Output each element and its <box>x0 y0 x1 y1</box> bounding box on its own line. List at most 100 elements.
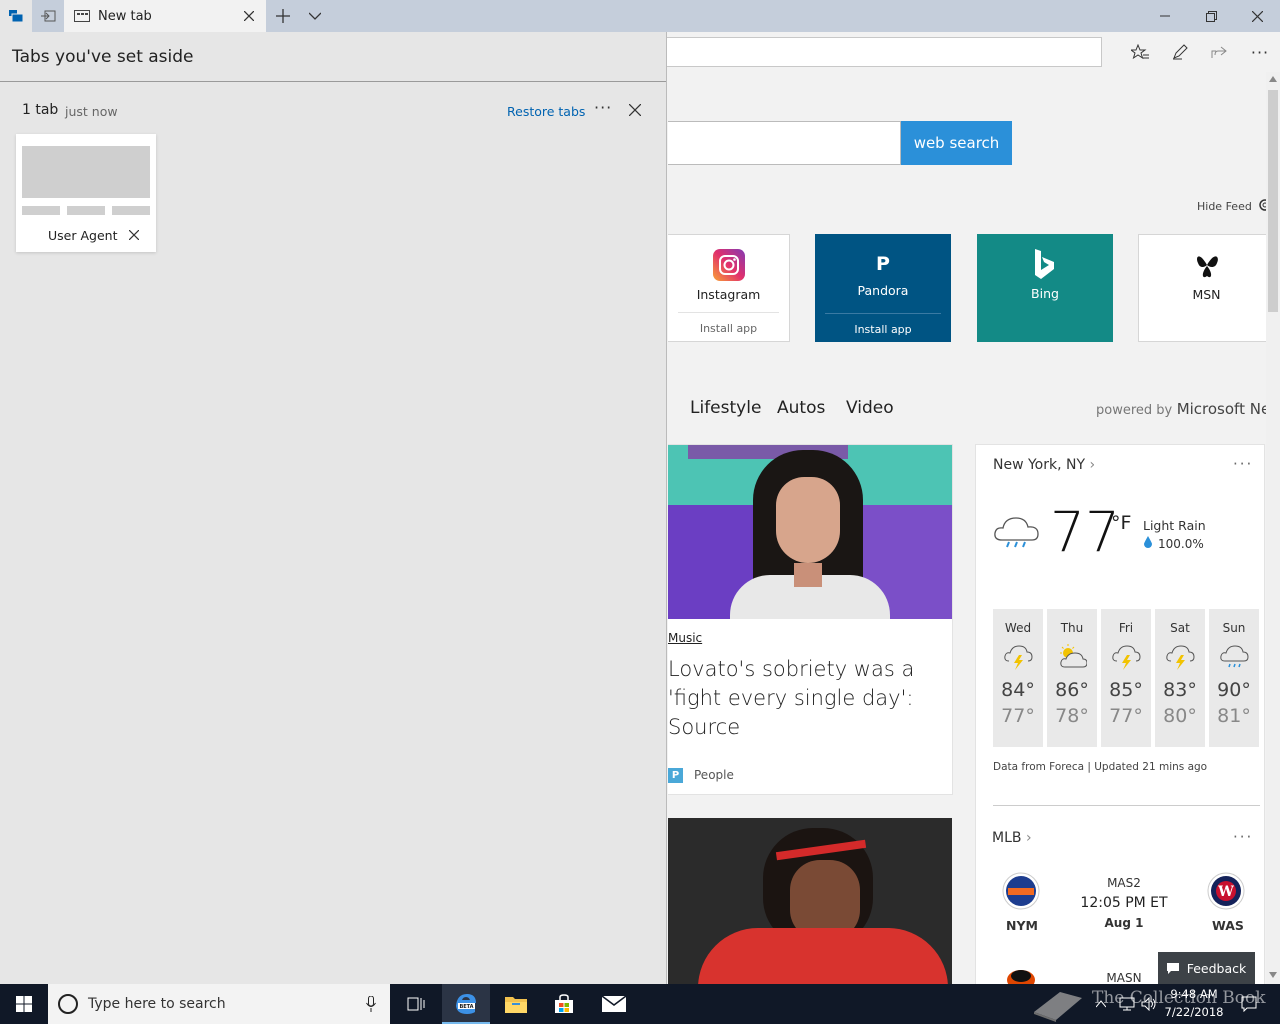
address-bar[interactable] <box>666 37 1102 67</box>
close-tab-icon[interactable] <box>244 11 254 21</box>
forecast-day[interactable]: Thu 86° 78° <box>1047 609 1097 747</box>
task-view-button[interactable] <box>400 984 432 1024</box>
forecast-day[interactable]: Fri 85° 77° <box>1101 609 1151 747</box>
rain-cloud-icon <box>994 517 1039 548</box>
page-scrollbar[interactable] <box>1266 72 1280 984</box>
settings-more-button[interactable]: ··· <box>1244 32 1276 72</box>
web-search-button[interactable]: web search <box>901 121 1012 165</box>
top-site-bing[interactable]: Bing <box>977 234 1113 342</box>
restore-tabs-link[interactable]: Restore tabs <box>507 104 585 119</box>
clock-time[interactable]: 9:48 AM <box>1164 987 1224 1001</box>
top-site-pandora[interactable]: P Pandora Install app <box>815 234 951 342</box>
news-category[interactable]: Music <box>668 631 702 645</box>
top-site-msn[interactable]: MSN <box>1138 234 1274 342</box>
people-logo-icon: P <box>668 768 683 783</box>
weather-more-icon[interactable]: ··· <box>1233 455 1253 473</box>
forecast-low: 80° <box>1163 705 1197 727</box>
taskbar-mail[interactable] <box>598 984 630 1024</box>
mlb-header[interactable]: MLB › <box>992 830 1032 846</box>
forecast-high: 86° <box>1055 679 1089 701</box>
share-button[interactable] <box>1203 32 1235 72</box>
powered-by-prefix: powered by <box>1096 403 1173 418</box>
taskbar-edge-beta[interactable]: BETA <box>442 984 490 1024</box>
plus-icon <box>276 9 290 23</box>
start-button[interactable] <box>0 984 48 1024</box>
weather-location[interactable]: New York, NY › <box>993 457 1095 473</box>
scroll-up-icon[interactable] <box>1269 76 1277 82</box>
taskbar-search[interactable]: Type here to search <box>48 984 390 1024</box>
cortana-icon <box>58 994 78 1014</box>
watermark-book-icon <box>1034 992 1082 1022</box>
taskbar-search-placeholder: Type here to search <box>88 996 226 1012</box>
forecast-day[interactable]: Sun 90° 81° <box>1209 609 1259 747</box>
tab-autos[interactable]: Autos <box>777 398 825 418</box>
news-source: People <box>694 768 734 782</box>
chevron-right-icon: › <box>1089 457 1096 473</box>
news-card[interactable]: Music Lovato's sobriety was a 'fight eve… <box>668 444 953 795</box>
forecast-day[interactable]: Wed 84° 77° <box>993 609 1043 747</box>
folder-icon <box>505 997 527 1013</box>
forecast-day-name: Thu <box>1060 621 1084 635</box>
tab-video[interactable]: Video <box>846 398 894 418</box>
group-more-button[interactable]: ··· <box>594 98 612 117</box>
taskbar-store[interactable] <box>548 984 580 1024</box>
news-image-serena[interactable] <box>668 818 952 984</box>
forecast-high: 83° <box>1163 679 1197 701</box>
network-icon[interactable] <box>1119 997 1135 1011</box>
taskbar-file-explorer[interactable] <box>500 984 532 1024</box>
set-aside-icon <box>41 10 56 22</box>
web-notes-button[interactable] <box>1164 32 1196 72</box>
tab-title: New tab <box>98 8 152 24</box>
clock-date[interactable]: 7/22/2018 <box>1164 1005 1224 1019</box>
tile-name: Bing <box>1031 286 1059 301</box>
share-icon <box>1211 46 1227 58</box>
news-headline[interactable]: Lovato's sobriety was a 'fight every sin… <box>668 655 918 742</box>
feedback-button[interactable]: Feedback <box>1158 952 1255 984</box>
tabs-aside-button[interactable] <box>0 0 32 32</box>
top-site-instagram[interactable]: Instagram Install app <box>668 234 790 342</box>
svg-text:BETA: BETA <box>459 1004 473 1010</box>
tile-install-link[interactable]: Install app <box>700 322 757 335</box>
instagram-icon <box>712 249 745 281</box>
restore-window-button[interactable] <box>1189 0 1233 32</box>
tile-name: Pandora <box>857 283 909 298</box>
tray-chevron-up-icon[interactable] <box>1096 1000 1106 1008</box>
aside-tab-thumbnail[interactable]: User Agent <box>16 134 156 252</box>
close-group-icon[interactable] <box>629 104 641 116</box>
feedback-icon <box>1166 962 1179 974</box>
set-tabs-aside-button[interactable] <box>32 0 64 32</box>
forecast-low: 81° <box>1217 705 1251 727</box>
store-bag-icon <box>555 994 573 1013</box>
remove-tab-icon[interactable] <box>129 230 139 240</box>
mlb-more-icon[interactable]: ··· <box>1233 828 1253 846</box>
volume-icon[interactable] <box>1141 997 1157 1011</box>
scrollbar-thumb[interactable] <box>1268 90 1278 312</box>
weather-location-name: New York, NY <box>993 457 1086 473</box>
close-window-button[interactable] <box>1235 0 1279 32</box>
scroll-down-icon[interactable] <box>1269 972 1277 978</box>
tile-install-link[interactable]: Install app <box>854 323 911 336</box>
partly-sunny-icon <box>1060 644 1087 668</box>
task-view-icon <box>407 997 425 1011</box>
tab-lifestyle[interactable]: Lifestyle <box>690 398 761 418</box>
tab-new-tab[interactable]: New tab <box>64 0 266 32</box>
forecast-day-name: Sun <box>1222 621 1246 635</box>
microphone-icon[interactable] <box>366 996 376 1012</box>
taskbar: Type here to search BETA The Collection … <box>0 984 1280 1024</box>
card-divider <box>993 805 1260 806</box>
web-search-input[interactable] <box>668 121 901 165</box>
new-tab-page: web search Hide Feed Instagram Install a… <box>668 72 1280 984</box>
precip-chance: 100.0% <box>1158 537 1204 551</box>
thumbnail-preview <box>22 146 150 198</box>
tab-preview-button[interactable] <box>300 0 330 32</box>
nationals-logo-icon: W <box>1207 872 1245 910</box>
temp-unit[interactable]: °F <box>1111 512 1131 534</box>
new-tab-button[interactable] <box>266 0 300 32</box>
favorites-button[interactable] <box>1124 32 1156 72</box>
minimize-button[interactable] <box>1143 0 1187 32</box>
panel-header: Tabs you've set aside <box>0 32 666 82</box>
hide-feed-link[interactable]: Hide Feed <box>1197 200 1252 213</box>
action-center-icon[interactable] <box>1241 996 1257 1012</box>
favorites-star-icon <box>1131 44 1149 60</box>
forecast-day[interactable]: Sat 83° 80° <box>1155 609 1205 747</box>
